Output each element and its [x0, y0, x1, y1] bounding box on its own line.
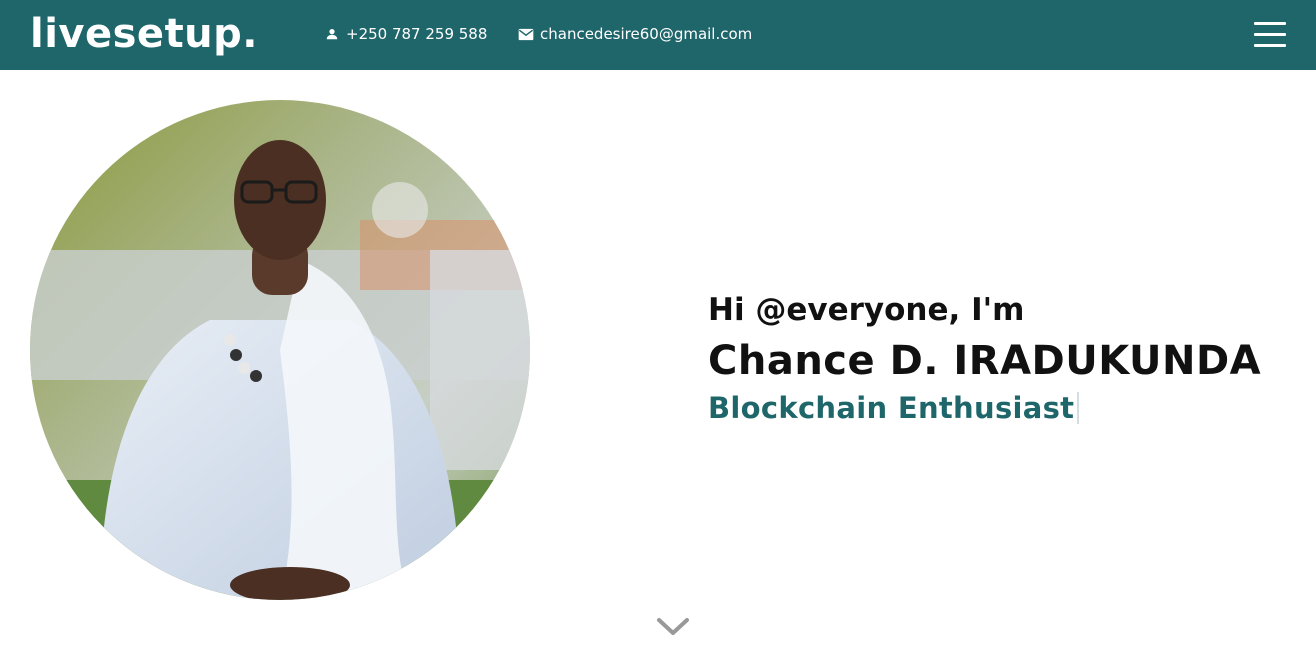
- profile-name: Chance D. IRADUKUNDA: [708, 338, 1262, 384]
- site-logo[interactable]: livesetup.: [30, 10, 258, 58]
- phone-contact[interactable]: +250 787 259 588: [324, 24, 487, 44]
- chevron-down-icon[interactable]: [656, 615, 690, 639]
- role-title: Blockchain Enthusiast: [708, 391, 1075, 425]
- menu-line: [1254, 22, 1286, 25]
- phone-number: +250 787 259 588: [346, 25, 488, 43]
- role-line: Blockchain Enthusiast: [708, 388, 1308, 428]
- hamburger-menu-icon[interactable]: [1252, 20, 1288, 50]
- navbar: livesetup. +250 787 259 588 chancedesire…: [0, 0, 1316, 70]
- profile-photo: [30, 100, 530, 600]
- person-icon: [324, 26, 340, 42]
- menu-line: [1254, 44, 1286, 47]
- menu-line: [1254, 33, 1286, 36]
- intro-section: Hi @everyone, I'm Chance D. IRADUKUNDA B…: [708, 290, 1308, 428]
- email-contact[interactable]: chancedesire60@gmail.com: [518, 24, 752, 44]
- greeting-text: Hi @everyone, I'm: [708, 292, 1025, 328]
- mail-icon: [518, 26, 534, 42]
- email-address: chancedesire60@gmail.com: [540, 25, 753, 43]
- typing-cursor: [1077, 392, 1080, 424]
